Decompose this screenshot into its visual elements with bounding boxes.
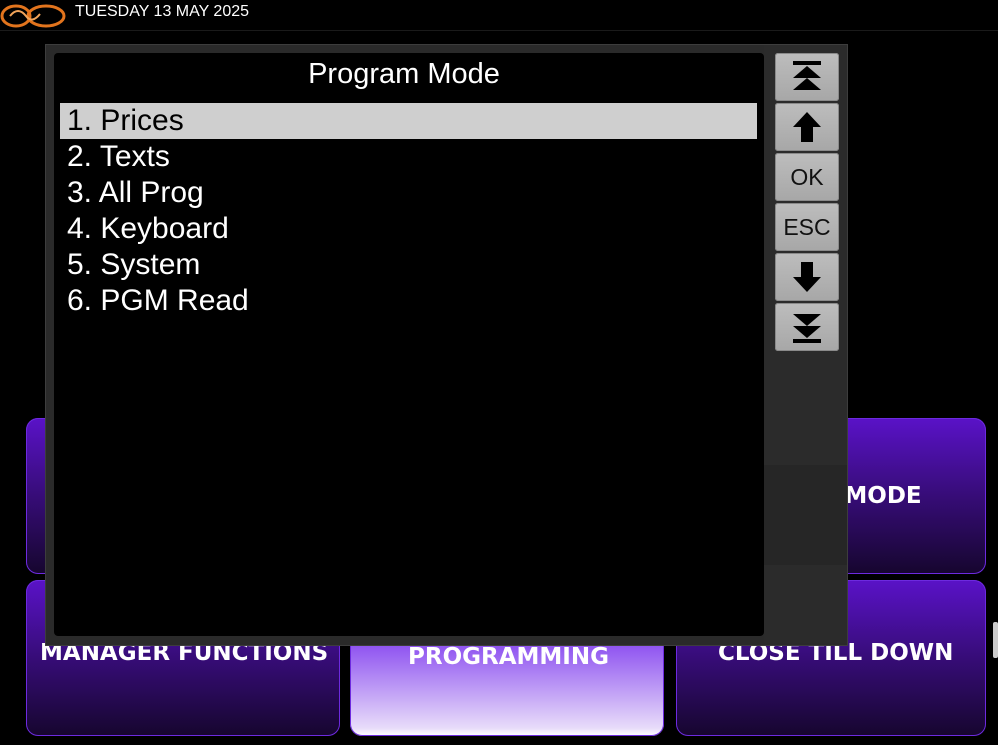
nav-button-column: OK ESC [775, 53, 839, 353]
top-bar: TUESDAY 13 MAY 2025 [0, 0, 998, 31]
swirl-logo [0, 4, 66, 28]
button-strip-shade [764, 465, 847, 565]
ok-button[interactable]: OK [775, 153, 839, 201]
page-down-button[interactable] [775, 303, 839, 351]
menu-item-texts[interactable]: 2. Texts [60, 139, 757, 175]
down-button[interactable] [775, 253, 839, 301]
esc-button[interactable]: ESC [775, 203, 839, 251]
date-label: TUESDAY 13 MAY 2025 [75, 3, 250, 20]
mode-tile-label: MODE [844, 483, 922, 509]
page-up-button[interactable] [775, 53, 839, 101]
menu-item-keyboard[interactable]: 4. Keyboard [60, 211, 757, 247]
menu-pane: Program Mode 1. Prices 2. Texts 3. All P… [54, 53, 764, 636]
double-down-arrow-icon [793, 314, 821, 343]
up-arrow-icon [793, 112, 821, 142]
menu-item-pgm-read[interactable]: 6. PGM Read [60, 283, 757, 319]
dialog-title: Program Mode [308, 58, 500, 90]
up-button[interactable] [775, 103, 839, 151]
double-up-arrow-icon [793, 61, 821, 90]
menu-item-all-prog[interactable]: 3. All Prog [60, 175, 757, 211]
menu-list: 1. Prices 2. Texts 3. All Prog 4. Keyboa… [60, 103, 757, 319]
menu-item-prices[interactable]: 1. Prices [60, 103, 757, 139]
programming-label: PROGRAMMING [408, 644, 609, 670]
program-mode-dialog: Program Mode 1. Prices 2. Texts 3. All P… [45, 44, 848, 646]
menu-item-system[interactable]: 5. System [60, 247, 757, 283]
down-arrow-icon [793, 262, 821, 292]
edge-handle[interactable] [993, 622, 998, 658]
